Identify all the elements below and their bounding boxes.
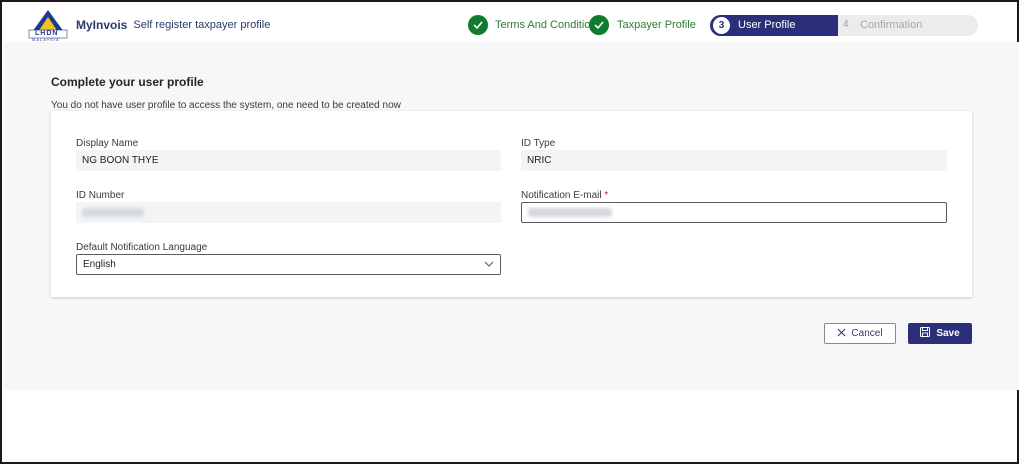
step-terms-label: Terms And Conditions bbox=[495, 19, 602, 31]
step-confirmation-label: Confirmation bbox=[860, 19, 923, 31]
id-type-field: NRIC bbox=[521, 150, 947, 171]
close-icon bbox=[837, 328, 846, 340]
language-select-value: English bbox=[83, 259, 116, 270]
email-label: Notification E-mail * bbox=[521, 190, 609, 201]
language-label: Default Notification Language bbox=[76, 242, 208, 253]
id-type-label: ID Type bbox=[521, 138, 556, 149]
chevron-down-icon bbox=[484, 259, 494, 272]
progress-stepper: Terms And Conditions Taxpayer Profile 3 … bbox=[466, 8, 986, 42]
window-frame: LHDN MALAYSIA MyInvois Self register tax… bbox=[0, 0, 1019, 464]
app-subtitle: Self register taxpayer profile bbox=[133, 19, 271, 31]
save-icon bbox=[920, 327, 931, 340]
email-input[interactable] bbox=[521, 202, 947, 223]
required-marker: * bbox=[604, 190, 609, 201]
step-taxpayer-label: Taxpayer Profile bbox=[617, 19, 696, 31]
cancel-label: Cancel bbox=[851, 328, 883, 339]
lhdn-logo[interactable]: LHDN MALAYSIA bbox=[26, 8, 70, 42]
main-content: Complete your user profile You do not ha… bbox=[4, 42, 1019, 390]
id-number-label: ID Number bbox=[76, 190, 125, 201]
step-confirmation-number: 4 bbox=[843, 19, 849, 30]
id-number-field bbox=[76, 202, 501, 223]
step-user-profile-number: 3 bbox=[713, 17, 730, 34]
save-label: Save bbox=[936, 328, 960, 339]
redacted-email bbox=[528, 207, 612, 217]
step-complete-check-icon bbox=[468, 15, 488, 35]
top-header: LHDN MALAYSIA MyInvois Self register tax… bbox=[26, 8, 984, 42]
step-user-profile-label: User Profile bbox=[738, 19, 796, 31]
app-name: MyInvois bbox=[76, 18, 128, 32]
language-select[interactable]: English bbox=[76, 254, 501, 275]
page-subtitle: You do not have user profile to access t… bbox=[51, 100, 401, 111]
display-name-label: Display Name bbox=[76, 138, 139, 149]
page-title: Complete your user profile bbox=[51, 75, 204, 89]
redacted-id-number bbox=[82, 207, 144, 217]
save-button[interactable]: Save bbox=[908, 323, 972, 344]
step-complete-check-icon bbox=[589, 15, 609, 35]
cancel-button[interactable]: Cancel bbox=[824, 323, 896, 344]
logo-text: LHDN bbox=[35, 30, 59, 37]
user-profile-form-card: Display Name NG BOON THYE ID Type NRIC I… bbox=[51, 111, 972, 297]
display-name-field: NG BOON THYE bbox=[76, 150, 501, 171]
